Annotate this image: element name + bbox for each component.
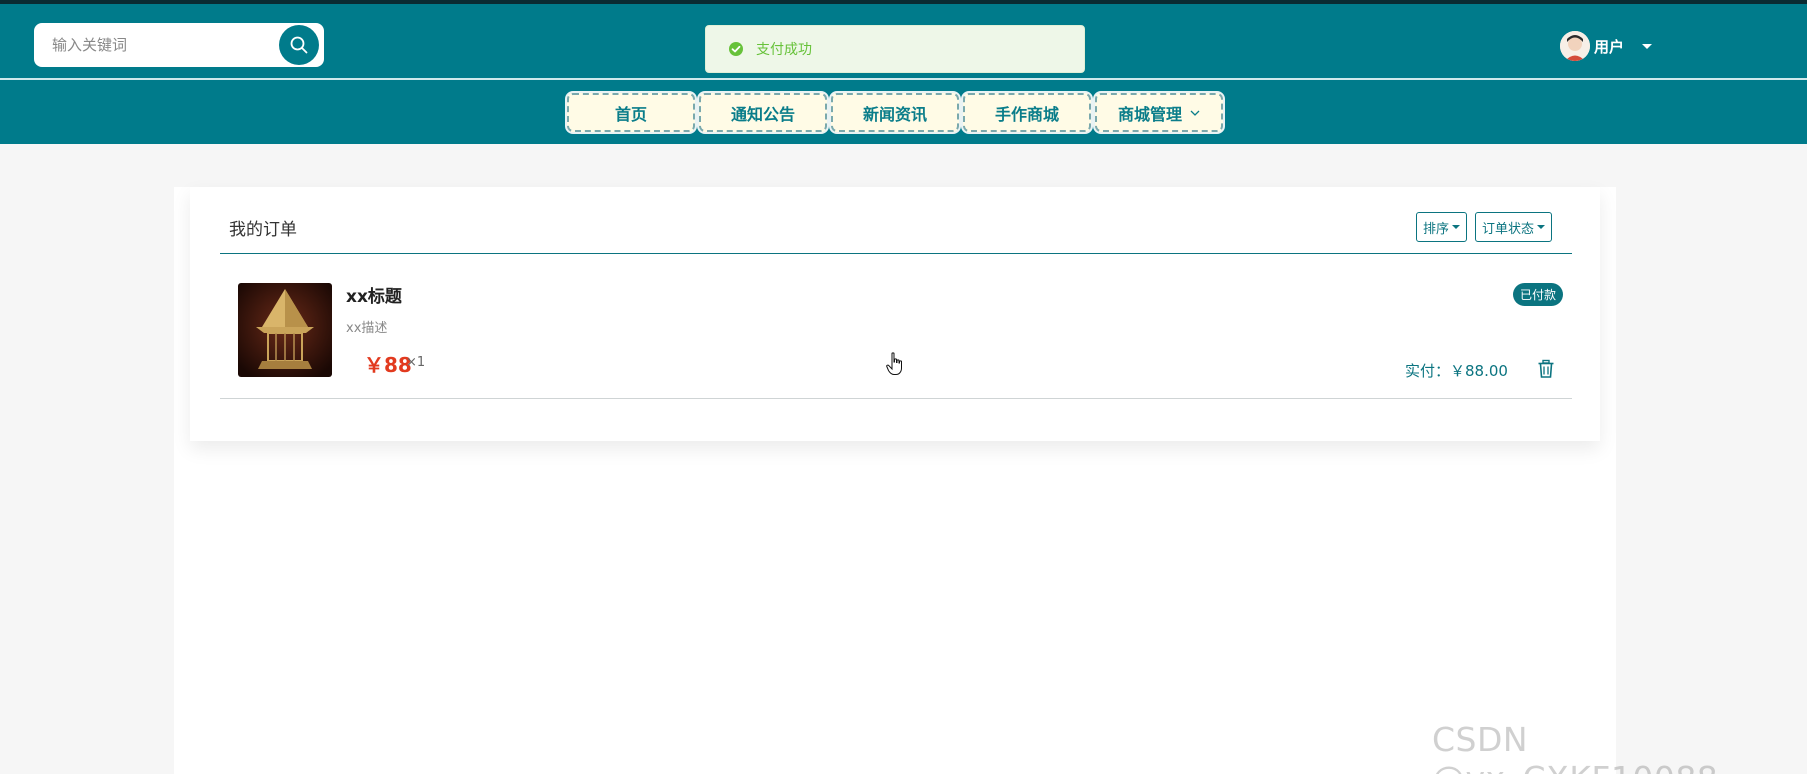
row-divider [220, 398, 1572, 399]
search-button[interactable] [279, 25, 319, 65]
search-input[interactable] [52, 29, 272, 61]
user-name: 用户 [1594, 37, 1625, 56]
order-price: ￥88 [364, 353, 412, 377]
nav-item-label: 首页 [614, 104, 647, 124]
caret-down-icon [1642, 43, 1653, 49]
caret-down-icon [1537, 225, 1546, 229]
product-image[interactable] [238, 283, 332, 377]
watermark: CSDN @vx_CXKF10088 [1432, 720, 1718, 774]
nav-item-home[interactable]: 首页 [567, 93, 695, 132]
sort-dropdown-button[interactable]: 排序 [1416, 212, 1468, 242]
toast-message: 支付成功 [756, 42, 812, 58]
check-circle-icon [729, 42, 743, 56]
order-title[interactable]: xx标题 [346, 282, 402, 307]
order-status-dropdown-button[interactable]: 订单状态 [1475, 212, 1553, 242]
sort-label: 排序 [1423, 221, 1450, 237]
main-nav: 首页 通知公告 新闻资讯 手作商城 商城管理 [567, 93, 1223, 132]
search-box [34, 23, 324, 67]
nav-item-label: 新闻资讯 [862, 104, 927, 124]
delete-icon[interactable] [1536, 359, 1556, 379]
main-nav-bar: 首页 通知公告 新闻资讯 手作商城 商城管理 [0, 80, 1807, 144]
nav-item-shop[interactable]: 手作商城 [963, 93, 1091, 132]
avatar [1560, 31, 1590, 61]
order-status-label: 订单状态 [1482, 221, 1535, 237]
search-icon [290, 36, 308, 54]
chevron-down-icon [1190, 110, 1200, 116]
caret-down-icon [1452, 225, 1461, 229]
order-description: xx描述 [346, 321, 388, 336]
nav-item-notices[interactable]: 通知公告 [699, 93, 827, 132]
order-quantity: ×1 [406, 355, 426, 370]
user-menu[interactable]: 用户 [1560, 31, 1653, 61]
orders-card: 我的订单 排序 订单状态 xx标题 xx描述 ￥88 ×1 已付款 实付：￥88… [190, 187, 1600, 441]
nav-item-label: 商城管理 [1117, 104, 1182, 124]
nav-item-shop-management[interactable]: 商城管理 [1095, 93, 1223, 132]
nav-item-news[interactable]: 新闻资讯 [831, 93, 959, 132]
hand-cursor-icon [886, 352, 902, 375]
nav-item-label: 通知公告 [730, 104, 795, 124]
page-title: 我的订单 [229, 220, 297, 240]
paid-amount: 实付：￥88.00 [1405, 362, 1508, 380]
status-badge: 已付款 [1513, 283, 1564, 306]
success-toast: 支付成功 [705, 25, 1085, 73]
nav-item-label: 手作商城 [994, 104, 1059, 124]
header-divider [220, 253, 1572, 254]
